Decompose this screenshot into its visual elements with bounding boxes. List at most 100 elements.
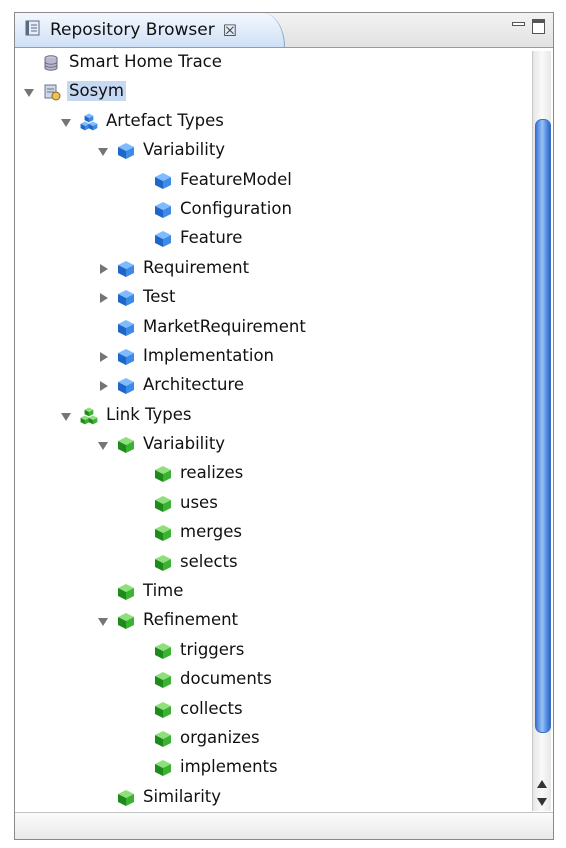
view-title: Repository Browser [50, 20, 215, 40]
green-cube-icon [154, 759, 172, 777]
tree-node-label: Configuration [180, 198, 292, 218]
tree-node-label: realizes [180, 463, 244, 483]
blue-cube-icon [154, 230, 172, 248]
tree-node-label: Variability [143, 434, 226, 454]
expanded-arrow-icon[interactable] [97, 145, 109, 157]
blue-cube-icon [117, 289, 135, 307]
vertical-scrollbar[interactable] [532, 51, 551, 811]
tree-node[interactable]: Feature [15, 224, 553, 253]
tree-node[interactable]: Implementation [15, 342, 553, 371]
green-cube-icon [154, 671, 172, 689]
blue-cube-icon [117, 319, 135, 337]
tree-node[interactable]: MarketRequirement [15, 313, 553, 342]
tree-node[interactable]: Time [15, 577, 553, 606]
scrollbar-thumb[interactable] [535, 119, 551, 733]
blue-cube-icon [154, 172, 172, 190]
expanded-arrow-icon[interactable] [23, 86, 35, 98]
tree-node[interactable]: FeatureModel [15, 166, 553, 195]
tree-node[interactable]: realizes [15, 459, 553, 488]
expanded-arrow-icon[interactable] [60, 116, 72, 128]
repository-tree: Smart Home Trace Sosym Artefact Types Varia… [15, 48, 553, 812]
close-icon[interactable]: ☒ [223, 21, 237, 40]
tree-node[interactable]: Sosym [15, 77, 553, 106]
green-cube-icon [154, 554, 172, 572]
tree-node[interactable]: uses [15, 489, 553, 518]
tree-node-label: Refinement [143, 610, 239, 630]
tree-node-label: Implementation [143, 345, 275, 365]
minimize-icon[interactable] [511, 19, 525, 33]
expanded-arrow-icon[interactable] [60, 410, 72, 422]
maximize-icon[interactable] [532, 19, 545, 34]
green-cube-icon [117, 436, 135, 454]
tree-node-label: FeatureModel [180, 169, 292, 189]
tree-node-label: Architecture [143, 375, 245, 395]
green-cube-icon [117, 612, 135, 630]
collapsed-arrow-icon[interactable] [97, 292, 109, 304]
expanded-arrow-icon[interactable] [97, 439, 109, 451]
view-controls [511, 19, 545, 34]
tree-node[interactable]: Artefact Types [15, 107, 553, 136]
tree-node[interactable]: triggers [15, 636, 553, 665]
tree-node-label: triggers [180, 639, 245, 659]
tree-node[interactable]: Architecture [15, 371, 553, 400]
blue-cube-icon [117, 260, 135, 278]
tree-node[interactable]: organizes [15, 724, 553, 753]
repository-icon [43, 83, 61, 101]
collapsed-arrow-icon[interactable] [97, 380, 109, 392]
tree-node-label: Similarity [143, 786, 222, 806]
blue-group-icon [80, 113, 98, 131]
green-cube-icon [154, 465, 172, 483]
tree-node[interactable]: Configuration [15, 195, 553, 224]
green-group-icon [80, 407, 98, 425]
green-cube-icon [154, 524, 172, 542]
tree-node[interactable]: collects [15, 695, 553, 724]
view-tab-bar: Repository Browser ☒ [15, 13, 553, 48]
tree-node-label: Feature [180, 228, 243, 248]
tree-node-label: merges [180, 522, 242, 542]
tree-node[interactable]: Variability [15, 430, 553, 459]
tree-node-label: Test [143, 287, 176, 307]
scroll-up-arrow-icon[interactable] [537, 780, 547, 788]
tree-node[interactable]: Requirement [15, 254, 553, 283]
database-icon [43, 54, 61, 72]
blue-cube-icon [117, 348, 135, 366]
blue-cube-icon [117, 377, 135, 395]
tree-node-label: collects [180, 698, 243, 718]
tree-node-label: implements [180, 757, 278, 777]
tree-node[interactable]: Refinement [15, 606, 553, 635]
tree-node[interactable]: documents [15, 665, 553, 694]
scroll-down-arrow-icon[interactable] [537, 798, 547, 806]
repository-browser-view: Repository Browser ☒ Smart Home Trace Sos… [14, 12, 554, 840]
tree-node[interactable]: Similarity [15, 783, 553, 812]
tree-node-label: Variability [143, 140, 226, 160]
green-cube-icon [154, 730, 172, 748]
tree-node[interactable]: Variability [15, 136, 553, 165]
tab-repository-browser[interactable]: Repository Browser ☒ [15, 13, 285, 47]
green-cube-icon [154, 701, 172, 719]
tree-node-label: documents [180, 669, 272, 689]
horizontal-scrollbar[interactable] [15, 812, 553, 839]
repository-icon [25, 19, 43, 41]
tree-node-label: Link Types [106, 404, 192, 424]
tree-node-label: Sosym [67, 81, 127, 102]
collapsed-arrow-icon[interactable] [97, 263, 109, 275]
tree-node-label: Smart Home Trace [69, 52, 222, 71]
tree-node-label: MarketRequirement [143, 316, 306, 336]
tree-node-label: Artefact Types [106, 110, 224, 130]
tree-node[interactable]: Smart Home Trace [15, 48, 553, 77]
tree-node[interactable]: merges [15, 518, 553, 547]
tree-node[interactable]: Link Types [15, 401, 553, 430]
tree-viewport[interactable]: Smart Home Trace Sosym Artefact Types Varia… [15, 48, 553, 813]
tree-node[interactable]: selects [15, 548, 553, 577]
green-cube-icon [117, 789, 135, 807]
blue-cube-icon [117, 142, 135, 160]
tree-node-label: Requirement [143, 257, 250, 277]
tree-node-label: organizes [180, 727, 260, 747]
green-cube-icon [154, 495, 172, 513]
green-cube-icon [154, 642, 172, 660]
tree-node[interactable]: implements [15, 753, 553, 782]
collapsed-arrow-icon[interactable] [97, 351, 109, 363]
expanded-arrow-icon[interactable] [97, 615, 109, 627]
green-cube-icon [117, 583, 135, 601]
tree-node[interactable]: Test [15, 283, 553, 312]
